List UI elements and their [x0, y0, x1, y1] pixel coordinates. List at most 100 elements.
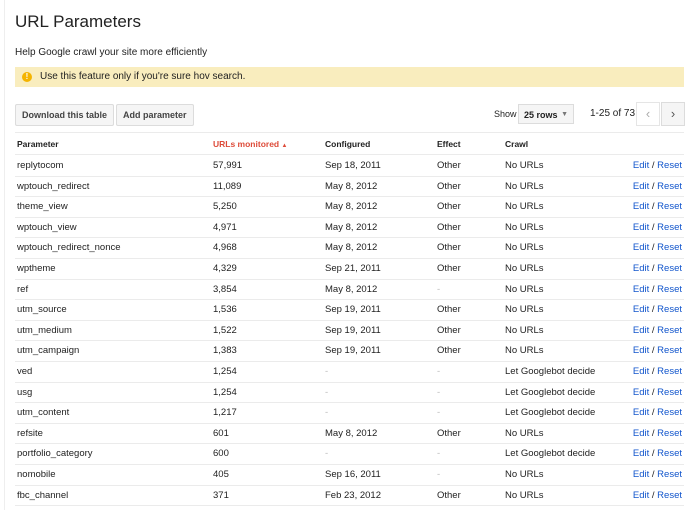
edit-link[interactable]: Edit — [633, 201, 649, 212]
column-header-effect[interactable]: Effect — [437, 139, 461, 149]
separator: / — [651, 263, 655, 274]
edit-link[interactable]: Edit — [633, 366, 649, 377]
crawl-setting: No URLs — [505, 345, 544, 357]
separator: / — [651, 242, 655, 254]
reset-link[interactable]: Reset — [657, 304, 682, 315]
configured-date: May 8, 2012 — [325, 427, 378, 439]
parameter-name: theme_view — [17, 201, 68, 213]
reset-link[interactable]: Reset — [657, 242, 682, 253]
reset-link[interactable]: Reset — [657, 448, 682, 459]
column-header-configured[interactable]: Configured — [325, 139, 370, 149]
urls-monitored: 1,522 — [213, 324, 237, 336]
effect: Other — [437, 489, 461, 501]
edit-link[interactable]: Edit — [633, 222, 649, 233]
edit-link[interactable]: Edit — [633, 448, 649, 459]
reset-link[interactable]: Reset — [657, 428, 682, 439]
table-row: replytocom 57,991 Sep 18, 2011 Other No URLs… — [15, 155, 684, 177]
configured-date: May 8, 2012 — [325, 283, 378, 295]
table-row: fbc_channel 371 Feb 23, 2012 Other No URLs Ed… — [15, 485, 684, 507]
row-actions: Edit / Reset — [633, 387, 682, 398]
edit-link[interactable]: Edit — [633, 490, 649, 501]
crawl-setting: Let Googlebot decide — [505, 407, 596, 419]
table-row: wptouch_redirect_nonce 4,968 May 8, 2012 Ot… — [15, 237, 684, 259]
parameter-name: wptouch_redirect_nonce — [17, 242, 121, 254]
row-actions: Edit / Reset — [633, 490, 682, 501]
edit-link[interactable]: Edit — [633, 263, 649, 274]
row-actions: Edit / Reset — [633, 304, 682, 315]
edit-link[interactable]: Edit — [633, 160, 649, 171]
table-row: theme_view 5,250 May 8, 2012 Other No URLs Ed… — [15, 196, 684, 218]
urls-monitored: 1,254 — [213, 366, 237, 377]
edit-link[interactable]: Edit — [633, 469, 649, 480]
row-actions: Edit / Reset — [633, 263, 682, 274]
reset-link[interactable]: Reset — [657, 469, 682, 480]
row-actions: Edit / Reset — [633, 201, 682, 212]
reset-link[interactable]: Reset — [657, 222, 682, 233]
urls-monitored: 371 — [213, 489, 229, 501]
urls-monitored: 1,536 — [213, 304, 237, 316]
crawl-setting: No URLs — [505, 263, 544, 274]
urls-monitored: 1,217 — [213, 407, 237, 419]
parameter-name: utm_medium — [17, 324, 72, 336]
reset-link[interactable]: Reset — [657, 490, 682, 501]
download-table-button[interactable]: Download this table — [15, 104, 115, 126]
separator: / — [651, 283, 655, 295]
prev-page-button[interactable]: ‹ — [636, 102, 660, 126]
effect: Other — [437, 201, 461, 213]
parameter-name: portfolio_category — [17, 448, 93, 460]
reset-link[interactable]: Reset — [657, 201, 682, 212]
crawl-setting: No URLs — [505, 160, 544, 171]
edit-link[interactable]: Edit — [633, 304, 649, 315]
crawl-setting: No URLs — [505, 469, 544, 480]
row-actions: Edit / Reset — [633, 325, 682, 336]
add-parameter-button[interactable]: Add parameter — [116, 104, 194, 126]
reset-link[interactable]: Reset — [657, 181, 682, 192]
reset-link[interactable]: Reset — [657, 325, 682, 336]
reset-link[interactable]: Reset — [657, 407, 682, 418]
edit-link[interactable]: Edit — [633, 242, 649, 253]
edit-link[interactable]: Edit — [633, 181, 649, 192]
column-header-crawl[interactable]: Crawl — [505, 139, 528, 149]
edit-link[interactable]: Edit — [633, 284, 649, 295]
configured-date: May 8, 2012 — [325, 201, 378, 213]
edit-link[interactable]: Edit — [633, 345, 649, 356]
table-row: utm_campaign 1,383 Sep 19, 2011 Other No URL… — [15, 340, 684, 362]
effect: Other — [437, 345, 461, 357]
configured-date: Sep 19, 2011 — [325, 304, 381, 316]
configured-date: Sep 19, 2011 — [325, 345, 381, 357]
effect: Other — [437, 263, 461, 274]
urls-monitored: 405 — [213, 469, 229, 480]
next-page-button[interactable]: › — [661, 102, 685, 126]
parameter-name: ved — [17, 366, 33, 377]
crawl-setting: No URLs — [505, 242, 544, 254]
configured-date: - — [325, 366, 329, 377]
edit-link[interactable]: Edit — [633, 407, 649, 418]
table-row: utm_content 1,217 - - Let Googlebot decide Ed… — [15, 402, 684, 424]
edit-link[interactable]: Edit — [633, 325, 649, 336]
parameter-name: usg — [17, 386, 33, 398]
row-actions: Edit / Reset — [633, 448, 682, 459]
effect: Other — [437, 304, 461, 316]
reset-link[interactable]: Reset — [657, 387, 682, 398]
crawl-setting: Let Googlebot decide — [505, 448, 596, 460]
rows-per-page-select[interactable]: 25 rows ▼ — [518, 104, 574, 124]
reset-link[interactable]: Reset — [657, 263, 682, 274]
column-header-label: URLs monitored — [213, 139, 280, 149]
parameter-name: refsite — [17, 427, 43, 439]
configured-date: - — [325, 407, 329, 419]
column-header-parameter[interactable]: Parameter — [17, 139, 59, 149]
table-row: nomobile 405 Sep 16, 2011 - No URLs Edit / Re… — [15, 464, 684, 486]
reset-link[interactable]: Reset — [657, 366, 682, 377]
reset-link[interactable]: Reset — [657, 160, 682, 171]
urls-monitored: 601 — [213, 427, 229, 439]
urls-monitored: 4,968 — [213, 242, 237, 254]
edit-link[interactable]: Edit — [633, 387, 649, 398]
rows-per-page-value: 25 rows — [524, 110, 558, 120]
column-header-urls-monitored[interactable]: URLs monitored ▲ — [213, 139, 287, 149]
reset-link[interactable]: Reset — [657, 284, 682, 295]
edit-link[interactable]: Edit — [633, 428, 649, 439]
table-row: wptouch_redirect 11,089 May 8, 2012 Other No… — [15, 176, 684, 198]
reset-link[interactable]: Reset — [657, 345, 682, 356]
row-actions: Edit / Reset — [633, 407, 682, 418]
configured-date: - — [325, 386, 329, 398]
